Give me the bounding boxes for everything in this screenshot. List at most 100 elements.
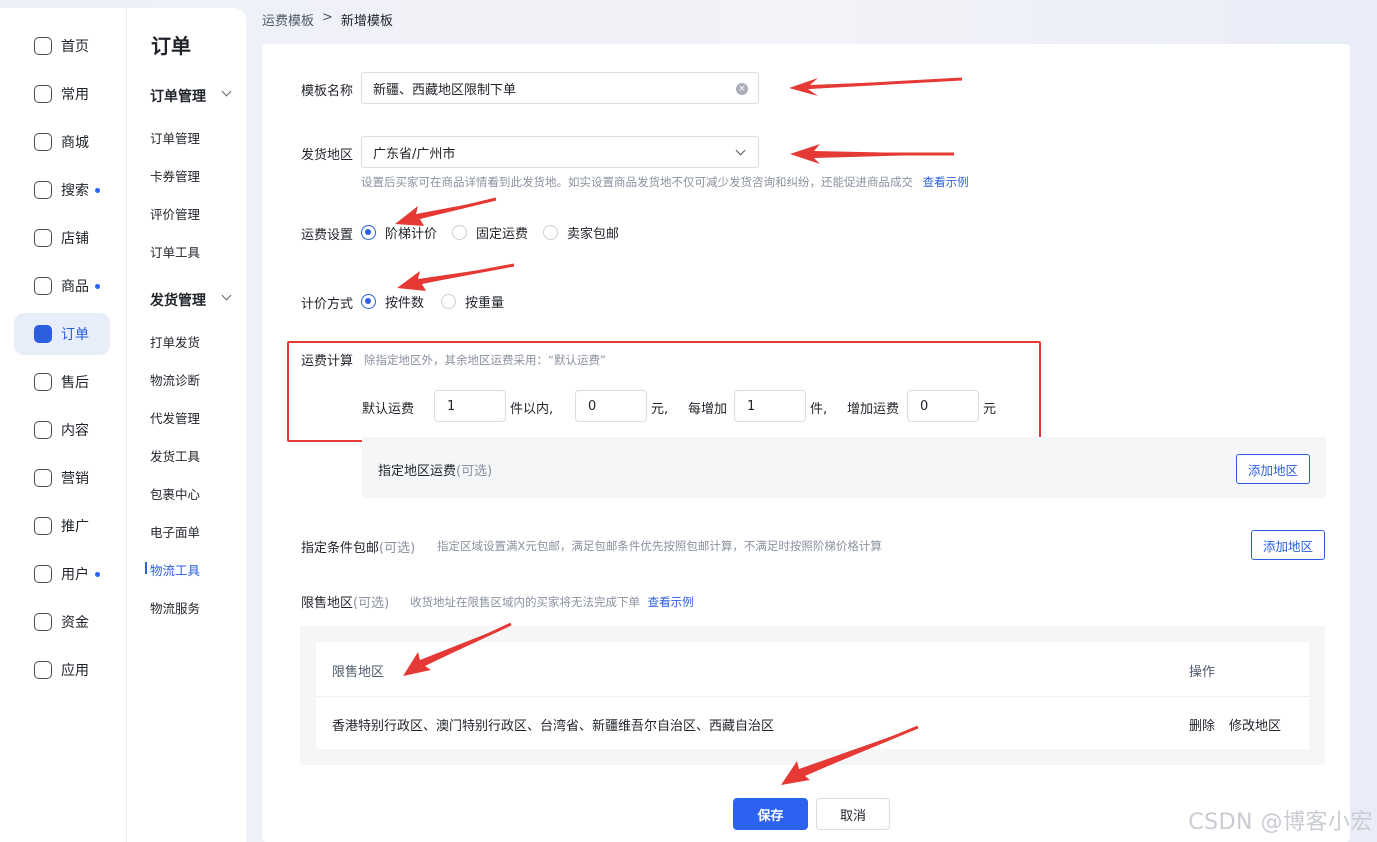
home-icon (34, 37, 52, 55)
watermark: CSDN @博客小宏 (1188, 810, 1373, 835)
radio-by-weight[interactable]: 按重量 (441, 292, 504, 311)
radio-tiered[interactable]: 阶梯计价 (361, 223, 437, 242)
tv-icon (34, 421, 52, 439)
table-cell-regions: 香港特别行政区、澳门特别行政区、台湾省、新疆维吾尔自治区、西藏自治区 (332, 719, 775, 734)
subnav-item[interactable]: 卡券管理 (150, 166, 200, 185)
subnav-item[interactable]: 订单工具 (150, 242, 200, 261)
nav-item-order[interactable]: 订单 (14, 313, 110, 355)
subnav-item[interactable]: 评价管理 (150, 204, 200, 223)
nav-item-home[interactable]: 首页 (14, 25, 110, 67)
radio-label: 卖家包邮 (567, 227, 620, 242)
nav-item-promote[interactable]: 推广 (14, 505, 110, 547)
nav-item-content[interactable]: 内容 (14, 409, 110, 451)
region-fee-panel (362, 437, 1326, 498)
nav-label: 应用 (61, 663, 89, 679)
save-button[interactable]: 保存 (733, 798, 808, 830)
radio-label: 按重量 (465, 296, 505, 311)
each-add-label: 每增加 (688, 402, 728, 417)
radio-by-count[interactable]: 按件数 (361, 292, 424, 311)
template-name-input[interactable]: 新疆、西藏地区限制下单 × (361, 72, 759, 104)
nav-label: 推广 (61, 519, 89, 535)
add-region-button[interactable]: 添加地区 (1236, 454, 1310, 484)
add-fee-label: 增加运费 (847, 402, 900, 417)
nav-label: 常用 (61, 87, 89, 103)
add-count-input[interactable]: 1 (734, 390, 806, 422)
radio-unchecked[interactable] (452, 225, 468, 240)
optional-tag: (可选) (353, 596, 390, 611)
unit-yuan: 元, (651, 402, 669, 417)
nav-item-shop[interactable]: 店铺 (14, 217, 110, 259)
ship-region-select[interactable]: 广东省/广州市 (361, 136, 759, 168)
edit-region-link[interactable]: 修改地区 (1229, 715, 1281, 734)
subnav-group-order[interactable]: 订单管理 (150, 86, 206, 106)
ship-region-label: 发货地区 (301, 148, 354, 163)
delete-link[interactable]: 删除 (1189, 715, 1215, 734)
chevron-down-icon (735, 145, 746, 156)
clear-icon[interactable]: × (736, 83, 748, 95)
nav-item-funds[interactable]: 资金 (14, 601, 110, 643)
shop-icon (34, 229, 52, 247)
breadcrumb-separator: > (322, 10, 333, 25)
nav-label: 营销 (61, 471, 89, 487)
nav-item-user[interactable]: 用户 (14, 553, 110, 595)
nav-item-common[interactable]: 常用 (14, 73, 110, 115)
free-ship-title-text: 指定条件包邮 (301, 541, 380, 556)
subnav-item[interactable]: 订单管理 (150, 128, 200, 147)
sub-nav: 订单 订单管理 订单管理 卡券管理 评价管理 订单工具 发货管理 打单发货 物流… (126, 8, 246, 842)
notification-dot (95, 187, 100, 193)
nav-label: 内容 (61, 423, 89, 439)
subnav-item[interactable]: 代发管理 (150, 408, 200, 427)
breadcrumb-parent[interactable]: 运费模板 (262, 10, 314, 29)
megaphone-icon (34, 469, 52, 487)
user-icon (34, 565, 52, 583)
ship-region-value: 广东省/广州市 (373, 146, 456, 162)
wallet-icon (34, 613, 52, 631)
cancel-button[interactable]: 取消 (816, 798, 890, 830)
radio-free[interactable]: 卖家包邮 (543, 223, 619, 242)
nav-label: 首页 (61, 39, 89, 55)
ship-hint-text: 设置后买家可在商品详情看到此发货地。如实设置商品发货地不仅可减少发货咨询和纠纷，… (361, 175, 913, 189)
unit-yuan: 元 (983, 402, 997, 417)
view-example-link[interactable]: 查看示例 (648, 595, 694, 609)
default-fee-label: 默认运费 (362, 402, 415, 417)
bag-icon (34, 277, 52, 295)
add-free-ship-region-button[interactable]: 添加地区 (1251, 530, 1325, 560)
radio-checked[interactable] (361, 225, 376, 240)
nav-item-apps[interactable]: 应用 (14, 649, 110, 691)
radio-unchecked[interactable] (441, 294, 457, 309)
subnav-item[interactable]: 物流服务 (150, 598, 200, 617)
first-price-input[interactable]: 0 (575, 390, 647, 422)
subnav-item-active[interactable]: 物流工具 (144, 560, 200, 579)
radio-checked[interactable] (361, 294, 376, 309)
subnav-item[interactable]: 发货工具 (150, 446, 200, 465)
nav-label: 资金 (61, 615, 89, 631)
ship-region-hint: 设置后买家可在商品详情看到此发货地。如实设置商品发货地不仅可减少发货咨询和纠纷，… (361, 174, 969, 190)
fee-calc-hint: 除指定地区外，其余地区运费采用：“默认运费” (364, 353, 606, 367)
subnav-item[interactable]: 打单发货 (150, 332, 200, 351)
subnav-item[interactable]: 包裹中心 (150, 484, 200, 503)
restrict-hint-text: 收货地址在限售区域内的买家将无法完成下单 (410, 595, 640, 609)
radio-unchecked[interactable] (543, 225, 559, 240)
radio-fixed[interactable]: 固定运费 (452, 223, 528, 242)
store-icon (34, 133, 52, 151)
subnav-group-ship[interactable]: 发货管理 (150, 290, 206, 310)
chevron-down-icon[interactable] (221, 290, 232, 301)
order-icon (34, 325, 52, 343)
subnav-item[interactable]: 物流诊断 (150, 370, 200, 389)
subnav-item[interactable]: 电子面单 (150, 522, 200, 541)
nav-item-aftersale[interactable]: 售后 (14, 361, 110, 403)
nav-item-marketing[interactable]: 营销 (14, 457, 110, 499)
first-count-input[interactable]: 1 (434, 390, 506, 422)
template-name-label: 模板名称 (301, 84, 354, 99)
add-price-input[interactable]: 0 (907, 390, 979, 422)
nav-item-search[interactable]: 搜索 (14, 169, 110, 211)
nav-item-mall[interactable]: 商城 (14, 121, 110, 163)
nav-label: 售后 (61, 375, 89, 391)
chevron-down-icon[interactable] (221, 86, 232, 97)
unit-within: 件以内, (510, 402, 554, 417)
nav-item-goods[interactable]: 商品 (14, 265, 110, 307)
free-ship-hint: 指定区域设置满X元包邮，满足包邮条件优先按照包邮计算，不满足时按照阶梯价格计算 (437, 539, 882, 553)
folder-icon (34, 85, 52, 103)
view-example-link[interactable]: 查看示例 (923, 175, 969, 189)
nav-label: 商城 (61, 135, 89, 151)
